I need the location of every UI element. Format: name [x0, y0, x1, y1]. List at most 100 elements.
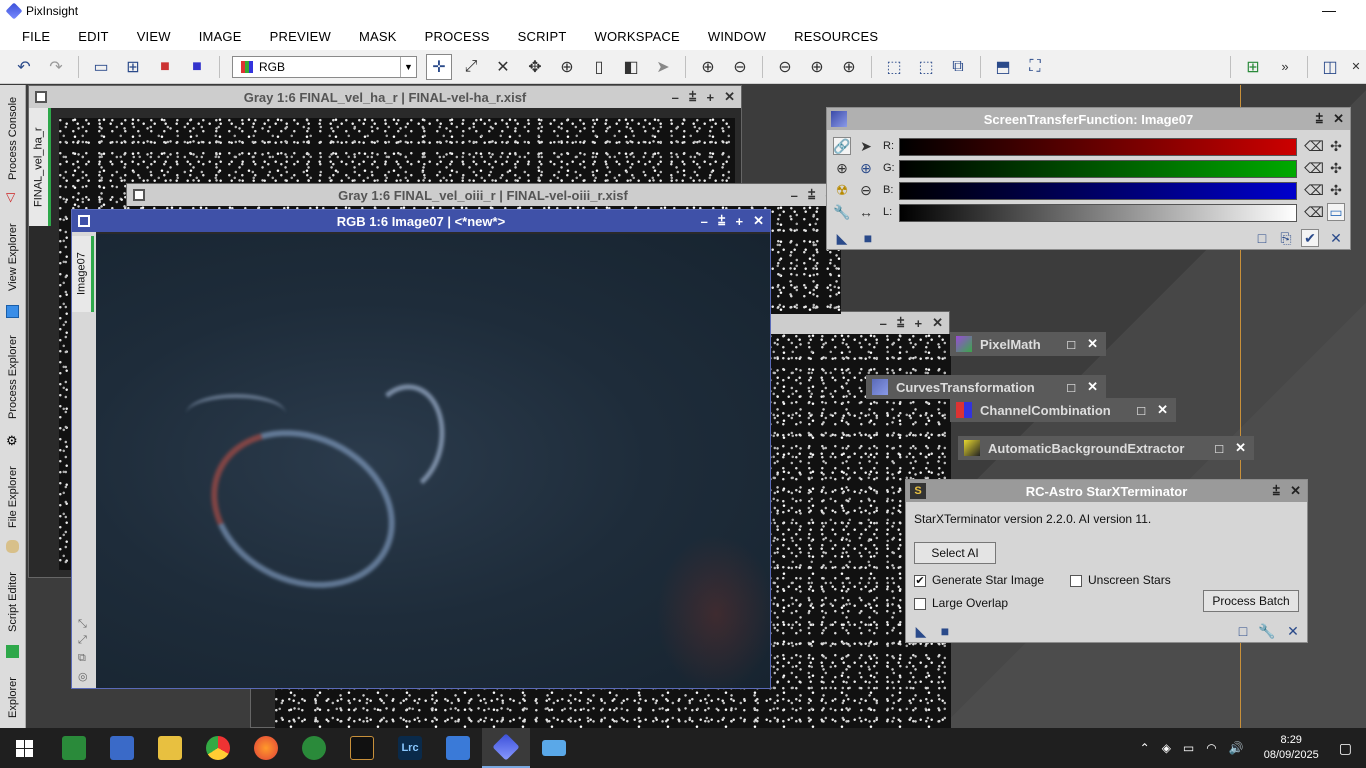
stf-titlebar[interactable]: ScreenTransferFunction: Image07 ⩲ ✕: [827, 108, 1350, 130]
readout-icon[interactable]: ✛: [426, 53, 452, 80]
wrench-icon[interactable]: 🔧: [1258, 622, 1276, 640]
taskbar-app-2[interactable]: [98, 728, 146, 768]
maximize-icon[interactable]: ⬒: [990, 54, 1016, 80]
shade-icon[interactable]: ⩲: [808, 187, 816, 203]
auto-stretch-icon[interactable]: ☢: [833, 181, 851, 199]
close-icon[interactable]: ✕: [932, 315, 943, 331]
tab-view-explorer[interactable]: View Explorer: [2, 213, 24, 301]
edit-preview-icon[interactable]: ◧: [618, 54, 644, 80]
apply-global-icon[interactable]: ■: [859, 229, 877, 247]
view-tab-ha[interactable]: FINAL_vel_ha_r: [29, 108, 51, 226]
window-icon[interactable]: [35, 91, 47, 103]
large-overlap-checkbox-row[interactable]: Large Overlap: [914, 596, 1008, 610]
fit-view-icon[interactable]: ⤢: [78, 634, 87, 647]
channel-combine-icon[interactable]: ■: [184, 54, 210, 80]
menu-file[interactable]: FILE: [8, 29, 64, 44]
window-icon[interactable]: [133, 189, 145, 201]
auto-stretch-r-icon[interactable]: ✣: [1327, 137, 1345, 155]
close-icon[interactable]: ✕: [1087, 379, 1098, 395]
close-icon[interactable]: ✕: [1235, 440, 1246, 456]
window-minimize-button[interactable]: —: [1322, 2, 1336, 18]
menu-resources[interactable]: RESOURCES: [780, 29, 892, 44]
menu-process[interactable]: PROCESS: [411, 29, 504, 44]
link-channels-icon[interactable]: 🔗: [833, 137, 851, 155]
undo-icon[interactable]: ↶: [11, 54, 37, 80]
file-explorer-icon[interactable]: [6, 540, 19, 553]
menu-script[interactable]: SCRIPT: [504, 29, 581, 44]
new-instance-icon[interactable]: ◣: [833, 229, 851, 247]
volume-icon[interactable]: 🔊: [1229, 741, 1244, 755]
tab-script-editor[interactable]: Script Editor: [2, 563, 24, 641]
preview-icon[interactable]: ▯: [586, 54, 612, 80]
view-icon[interactable]: ▭: [88, 54, 114, 80]
zoom-fit-icon[interactable]: ⊖: [772, 54, 798, 80]
minimize-icon[interactable]: –: [672, 90, 679, 105]
menu-view[interactable]: VIEW: [123, 29, 185, 44]
dock-icon[interactable]: ◫: [1317, 54, 1343, 80]
maximize-icon[interactable]: +: [915, 316, 923, 331]
taskbar-pixinsight[interactable]: [482, 728, 530, 768]
pointer-icon[interactable]: ➤: [857, 137, 875, 155]
auto-stretch-b-icon[interactable]: ✣: [1327, 181, 1345, 199]
toolbar-overflow-icon[interactable]: »: [1272, 54, 1298, 80]
zoom-in-icon[interactable]: ⊕: [695, 54, 721, 80]
pointer-icon[interactable]: ➤: [650, 54, 676, 80]
close-icon[interactable]: ✕: [1087, 336, 1098, 352]
close-toolbar-icon[interactable]: ✕: [1349, 54, 1363, 80]
stf-histogram-b[interactable]: [899, 182, 1297, 200]
close-icon[interactable]: ✕: [1157, 402, 1168, 418]
browse-icon[interactable]: ⎘: [1277, 229, 1295, 247]
fit-window-icon[interactable]: ⬚: [913, 54, 939, 80]
taskbar-lightroom[interactable]: Lrc: [386, 728, 434, 768]
window-titlebar[interactable]: Gray 1:6 FINAL_vel_oiii_r | FINAL-vel-oi…: [127, 184, 839, 206]
menu-edit[interactable]: EDIT: [64, 29, 122, 44]
maximize-icon[interactable]: +: [707, 90, 715, 105]
tab-process-console[interactable]: Process Console: [2, 89, 24, 187]
tab-file-explorer[interactable]: File Explorer: [2, 457, 24, 537]
zoom-out-mode-icon[interactable]: ✕: [490, 54, 516, 80]
large-overlap-checkbox[interactable]: [914, 597, 926, 610]
shade-icon[interactable]: ⩲: [718, 213, 726, 229]
preferences-icon[interactable]: □: [1234, 622, 1252, 640]
minimize-icon[interactable]: –: [880, 316, 887, 331]
view-explorer-icon[interactable]: [6, 305, 19, 318]
tab-process-explorer[interactable]: Process Explorer: [2, 325, 24, 429]
shade-icon[interactable]: ⩲: [1316, 111, 1324, 127]
unscreen-stars-checkbox[interactable]: [1070, 574, 1082, 587]
horizontal-arrows-icon[interactable]: ↔: [857, 203, 875, 221]
maximize-icon[interactable]: +: [736, 214, 744, 229]
reset-l-icon[interactable]: ⌫: [1304, 203, 1324, 221]
taskbar-app-3[interactable]: [290, 728, 338, 768]
taskbar-app-5[interactable]: [434, 728, 482, 768]
minimize-icon[interactable]: –: [701, 214, 708, 229]
maximize-icon[interactable]: □: [1067, 380, 1075, 395]
gear-icon[interactable]: ⚙: [6, 433, 19, 448]
notifications-icon[interactable]: ▢: [1339, 740, 1352, 757]
generate-star-image-checkbox-row[interactable]: ✔ Generate Star Image: [914, 573, 1044, 587]
wifi-icon[interactable]: ◠: [1206, 741, 1216, 755]
zoom-out-icon[interactable]: ⊖: [857, 181, 875, 199]
taskbar-app-1[interactable]: [50, 728, 98, 768]
chevron-up-icon[interactable]: ⌃: [1140, 741, 1150, 755]
taskbar-file-explorer[interactable]: [146, 728, 194, 768]
stf-histogram-g[interactable]: [899, 160, 1297, 178]
shade-icon[interactable]: ⩲: [1273, 483, 1281, 499]
maximize-icon[interactable]: □: [1137, 403, 1145, 418]
channel-extract-icon[interactable]: ■: [152, 54, 178, 80]
close-icon[interactable]: ✕: [1333, 111, 1344, 127]
rgb-image-canvas[interactable]: [96, 234, 770, 688]
reset-icon[interactable]: ✕: [1327, 229, 1345, 247]
center-icon[interactable]: ⊕: [554, 54, 580, 80]
apply-global-icon[interactable]: ■: [936, 622, 954, 640]
apply-icon[interactable]: ✔: [1301, 229, 1319, 247]
new-instance-icon[interactable]: ◣: [912, 622, 930, 640]
battery-icon[interactable]: ▭: [1183, 741, 1194, 755]
zoom-in-mode-icon[interactable]: ⤢: [458, 54, 484, 80]
taskbar-app-4[interactable]: [338, 728, 386, 768]
close-icon[interactable]: ✕: [1290, 483, 1301, 499]
process-console-icon[interactable]: ▽: [6, 190, 19, 204]
process-batch-button[interactable]: Process Batch: [1203, 590, 1299, 612]
wrench-icon[interactable]: 🔧: [833, 203, 851, 221]
stf-histogram-r[interactable]: [899, 138, 1297, 156]
close-icon[interactable]: ✕: [724, 89, 735, 105]
